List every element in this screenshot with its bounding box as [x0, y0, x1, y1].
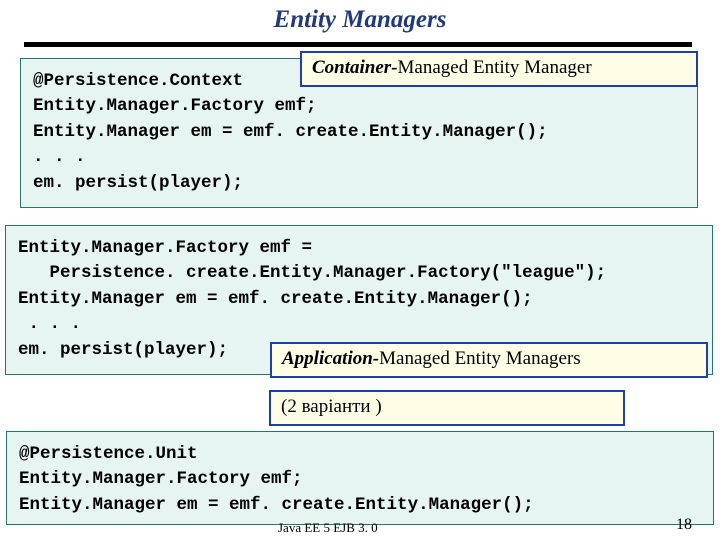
slide-title: Entity Managers [0, 0, 720, 34]
page-number: 18 [676, 516, 692, 534]
label1-rest: Managed Entity Manager [398, 57, 592, 78]
label-two-variants: (2 варіанти ) [269, 390, 625, 426]
label2-strong: Application- [282, 348, 379, 369]
label2-rest: Managed Entity Managers [379, 348, 581, 369]
code-block-3: @Persistence.Unit Entity.Manager.Factory… [6, 431, 714, 525]
slide: Entity Managers @Persistence.Context Ent… [0, 0, 720, 540]
footer-text: Java EE 5 EJB 3. 0 [278, 520, 378, 536]
divider [24, 42, 692, 47]
label-container-managed: Container-Managed Entity Manager [300, 51, 698, 87]
label1-strong: Container- [312, 57, 398, 78]
label-application-managed: Application-Managed Entity Managers [270, 342, 708, 378]
